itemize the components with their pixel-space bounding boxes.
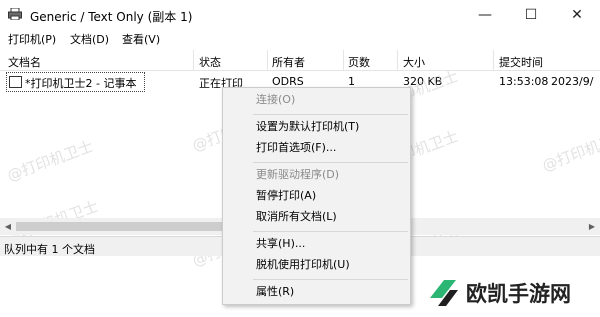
job-time: 13:53:08 (499, 75, 549, 88)
scroll-right-arrow-icon[interactable]: ▶ (584, 218, 600, 235)
job-document-name: *打印机卫士2 - 记事本 (25, 77, 137, 90)
printer-icon (8, 8, 22, 20)
menu-separator (253, 162, 408, 163)
column-pages[interactable]: 页数 (348, 54, 370, 70)
column-submitted[interactable]: 提交时间 (499, 54, 543, 70)
column-header-row: 文档名 状态 所有者 页数 大小 提交时间 (0, 50, 600, 71)
queue-status-text: 队列中有 1 个文档 (4, 243, 95, 256)
menu-separator (253, 279, 408, 280)
menu-item-share[interactable]: 共享(H)... (223, 233, 410, 255)
menu-separator (253, 114, 408, 115)
menu-item-pause-printing[interactable]: 暂停打印(A) (223, 185, 410, 207)
document-icon (9, 76, 22, 88)
menu-item-preferences[interactable]: 打印首选项(F)... (223, 137, 410, 159)
logo-mark-icon (430, 280, 458, 306)
site-logo: 欧凯手游网 (418, 268, 600, 317)
context-menu: 连接(O) 设置为默认打印机(T) 打印首选项(F)... 更新驱动程序(D) … (222, 87, 411, 305)
window-title: Generic / Text Only (副本 1) (30, 10, 193, 24)
job-date: 2023/9/ (551, 75, 594, 88)
column-divider[interactable] (193, 50, 194, 71)
column-divider[interactable] (397, 50, 398, 71)
menu-item-cancel-all[interactable]: 取消所有文档(L) (223, 206, 410, 228)
minimize-button[interactable]: — (462, 0, 508, 30)
column-divider[interactable] (267, 50, 268, 71)
menu-item-properties[interactable]: 属性(R) (223, 281, 410, 303)
menu-document[interactable]: 文档(D) (70, 31, 109, 47)
menu-view[interactable]: 查看(V) (122, 31, 160, 47)
scroll-left-arrow-icon[interactable]: ◀ (0, 218, 16, 235)
watermark-text: @打印机卫士 (4, 137, 96, 185)
column-document-name[interactable]: 文档名 (8, 54, 41, 70)
watermark-text: @打印机卫士 (539, 127, 600, 175)
print-queue-window: Generic / Text Only (副本 1) — ☐ ✕ 打印机(P) … (0, 0, 600, 317)
column-status[interactable]: 状态 (199, 54, 221, 70)
menu-printer[interactable]: 打印机(P) (8, 31, 56, 47)
column-owner[interactable]: 所有者 (272, 54, 305, 70)
logo-text: 欧凯手游网 (466, 282, 571, 306)
menu-separator (253, 231, 408, 232)
maximize-button[interactable]: ☐ (508, 0, 554, 30)
title-bar: Generic / Text Only (副本 1) — ☐ ✕ (0, 0, 600, 30)
column-divider[interactable] (493, 50, 494, 71)
menu-item-use-offline[interactable]: 脱机使用打印机(U) (223, 254, 410, 276)
close-button[interactable]: ✕ (554, 0, 600, 30)
menu-item-update-driver: 更新驱动程序(D) (256, 168, 340, 181)
menu-item-connect: 连接(O) (256, 93, 296, 106)
menu-bar: 打印机(P) 文档(D) 查看(V) (0, 30, 600, 48)
menu-item-set-default[interactable]: 设置为默认打印机(T) (223, 116, 410, 138)
column-divider[interactable] (343, 50, 344, 71)
column-size[interactable]: 大小 (403, 54, 425, 70)
